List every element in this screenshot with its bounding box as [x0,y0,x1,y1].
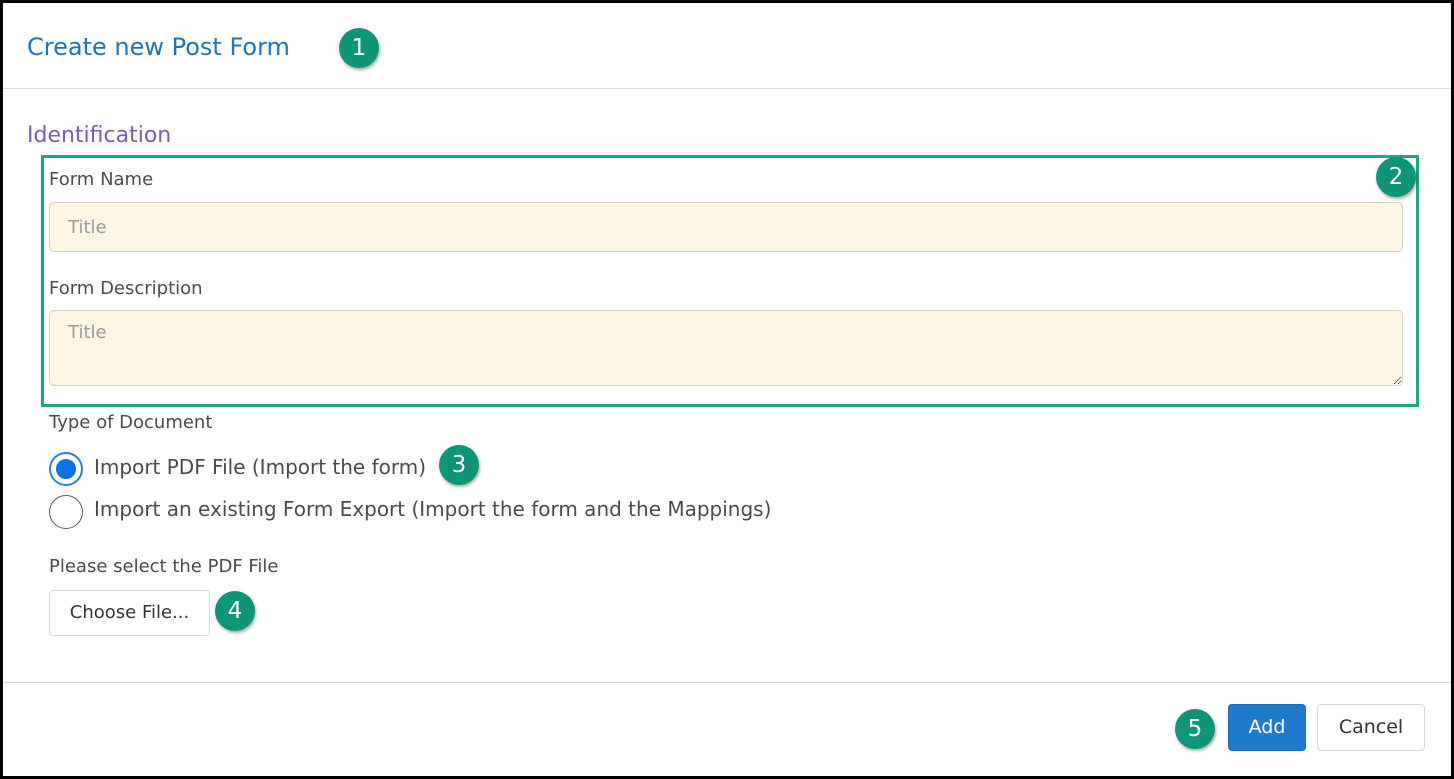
callout-badge-3: 3 [439,445,479,485]
dialog-header: Create new Post Form 1 [3,3,1451,89]
form-description-textarea[interactable] [49,310,1403,386]
callout-badge-4: 4 [215,591,255,631]
form-name-input[interactable] [49,202,1403,252]
radio-import-pdf[interactable] [49,452,83,486]
cancel-button[interactable]: Cancel [1317,704,1425,751]
callout-badge-5: 5 [1175,709,1215,749]
choose-file-button[interactable]: Choose File... [49,590,210,636]
dialog-title: Create new Post Form [27,33,290,61]
pdf-file-label: Please select the PDF File [49,556,279,577]
radio-selected-dot [56,459,76,479]
callout-badge-1: 1 [339,28,379,68]
radio-import-form-export[interactable] [49,495,83,529]
document-type-label: Type of Document [49,412,213,433]
form-description-label: Form Description [49,278,203,299]
identification-section-title: Identification [27,123,172,148]
create-post-form-dialog: Create new Post Form 1 Identification 2 … [0,0,1454,779]
radio-import-form-export-label[interactable]: Import an existing Form Export (Import t… [94,497,771,521]
radio-import-pdf-label[interactable]: Import PDF File (Import the form) [94,455,426,479]
callout-badge-2: 2 [1376,157,1416,197]
add-button[interactable]: Add [1228,704,1306,751]
form-name-label: Form Name [49,169,154,190]
